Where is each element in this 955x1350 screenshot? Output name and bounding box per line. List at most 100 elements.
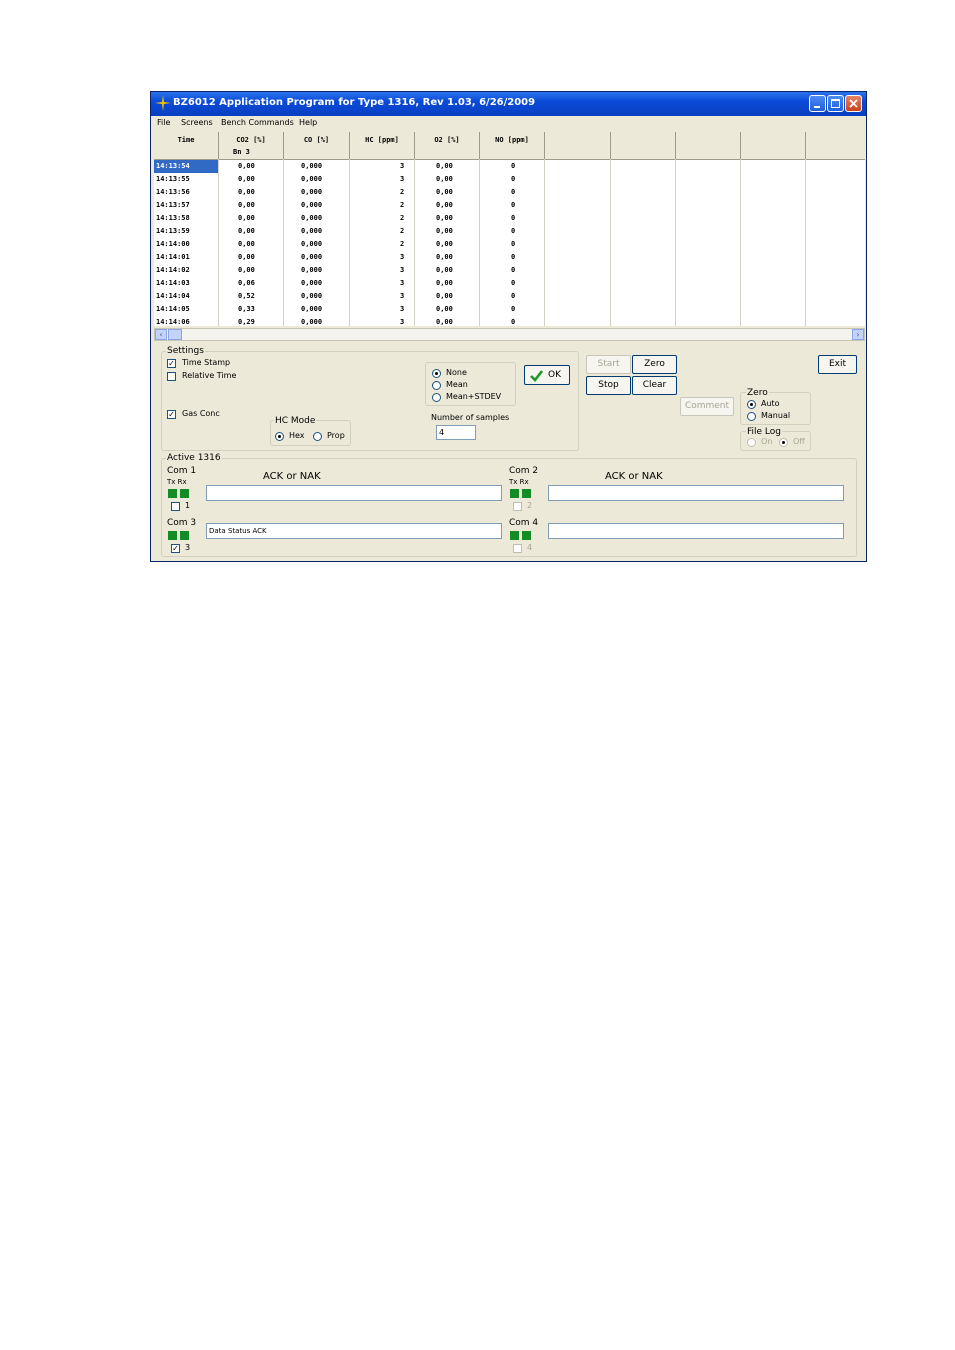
table-cell: 0,000 [301, 188, 323, 196]
horizontal-scrollbar[interactable]: ‹ › [154, 328, 865, 341]
title-bar[interactable]: BZ6012 Application Program for Type 1316… [151, 92, 866, 116]
table-cell: 0,00 [436, 201, 453, 209]
com1-status-field[interactable] [206, 485, 502, 501]
file-log-on-radio[interactable] [747, 438, 756, 447]
table-cell: 0,000 [301, 292, 323, 300]
avg-mean-stdev-radio[interactable] [432, 393, 441, 402]
col-header-no[interactable]: NO [ppm] [480, 132, 545, 159]
stop-button[interactable]: Stop [586, 376, 631, 395]
data-grid[interactable]: Time CO2 [%] Bn 3 CO [%] HC [ppm] O2 [%]… [154, 132, 865, 326]
col-header-empty[interactable] [741, 132, 806, 159]
menu-file[interactable]: File [157, 118, 170, 127]
col-header-time[interactable]: Time [154, 132, 219, 159]
com2-status-field[interactable] [548, 485, 844, 501]
exit-button[interactable]: Exit [818, 355, 857, 374]
hc-hex-radio[interactable] [275, 432, 284, 441]
table-row[interactable]: 14:13:54 0,00 0,000 3 0,00 0 [154, 160, 865, 173]
table-cell: 0 [511, 253, 516, 261]
zero-auto-radio[interactable] [747, 400, 756, 409]
avg-none-radio[interactable] [432, 369, 441, 378]
com4-status-field[interactable] [548, 523, 844, 539]
scroll-left-icon[interactable]: ‹ [155, 329, 167, 340]
minimize-button[interactable] [809, 95, 826, 112]
table-cell: 14:14:01 [156, 253, 190, 261]
relative-time-checkbox[interactable] [167, 372, 176, 381]
table-cell: 0 [511, 240, 516, 248]
scroll-right-icon[interactable]: › [852, 329, 864, 340]
close-button[interactable] [845, 95, 862, 112]
col-header-co[interactable]: CO [%] [284, 132, 350, 159]
col-header-hc[interactable]: HC [ppm] [350, 132, 415, 159]
zero-button[interactable]: Zero [632, 355, 677, 374]
samples-input[interactable]: 4 [436, 425, 476, 440]
com1-label: Com 1 [167, 466, 197, 476]
menu-help[interactable]: Help [299, 118, 317, 127]
table-cell: 0 [511, 175, 516, 183]
maximize-icon [831, 99, 840, 108]
com4-rx-led [522, 531, 531, 540]
table-cell: 14:14:00 [156, 240, 190, 248]
col-header-o2[interactable]: O2 [%] [415, 132, 480, 159]
com1-num: 1 [185, 501, 191, 510]
col-header-co2[interactable]: CO2 [%] Bn 3 [219, 132, 284, 159]
com3-status-field[interactable]: Data Status ACK [206, 523, 502, 539]
table-cell: 0,00 [436, 175, 453, 183]
samples-label: Number of samples [431, 413, 510, 422]
table-cell: 3 [400, 318, 405, 326]
avg-mean-radio[interactable] [432, 381, 441, 390]
table-cell: 0,00 [436, 292, 453, 300]
com4-checkbox[interactable] [513, 544, 522, 553]
ok-button[interactable]: OK [524, 365, 570, 385]
file-log-on-label: On [761, 437, 773, 446]
col-header-empty[interactable] [611, 132, 676, 159]
col-header-empty[interactable] [545, 132, 611, 159]
table-cell: 0,00 [436, 214, 453, 222]
table-row[interactable]: 14:14:01 0,00 0,000 3 0,00 0 [154, 251, 865, 264]
table-row[interactable]: 14:14:04 0,52 0,000 3 0,00 0 [154, 290, 865, 303]
start-button[interactable]: Start [586, 355, 631, 374]
table-row[interactable]: 14:13:57 0,00 0,000 2 0,00 0 [154, 199, 865, 212]
table-row[interactable]: 14:13:56 0,00 0,000 2 0,00 0 [154, 186, 865, 199]
table-cell: 0,00 [436, 162, 453, 170]
com2-tx-led [510, 489, 519, 498]
zero-manual-radio[interactable] [747, 412, 756, 421]
table-row[interactable]: 14:13:59 0,00 0,000 2 0,00 0 [154, 225, 865, 238]
table-cell: 0,00 [238, 214, 255, 222]
maximize-button[interactable] [827, 95, 844, 112]
com1-checkbox[interactable] [171, 502, 180, 511]
file-log-off-radio[interactable] [779, 438, 788, 447]
table-row[interactable]: 14:14:06 0,29 0,000 3 0,00 0 [154, 316, 865, 326]
table-cell: 14:13:56 [156, 188, 190, 196]
hc-prop-radio[interactable] [313, 432, 322, 441]
table-row[interactable]: 14:14:00 0,00 0,000 2 0,00 0 [154, 238, 865, 251]
table-cell: 3 [400, 292, 405, 300]
table-row[interactable]: 14:14:02 0,00 0,000 3 0,00 0 [154, 264, 865, 277]
com2-rx-led [522, 489, 531, 498]
table-cell: 0 [511, 227, 516, 235]
clear-button[interactable]: Clear [632, 376, 677, 395]
gas-conc-checkbox[interactable]: ✓ [167, 410, 176, 419]
col-header-empty[interactable] [806, 132, 865, 159]
com3-rx-led [180, 531, 189, 540]
table-row[interactable]: 14:14:03 0,06 0,000 3 0,00 0 [154, 277, 865, 290]
table-cell: 0,00 [436, 227, 453, 235]
comment-button[interactable]: Comment [680, 397, 734, 416]
table-row[interactable]: 14:13:55 0,00 0,000 3 0,00 0 [154, 173, 865, 186]
com3-checkbox[interactable]: ✓ [171, 544, 180, 553]
scroll-thumb[interactable] [168, 329, 182, 340]
table-cell: 14:13:58 [156, 214, 190, 222]
table-cell: 0,00 [436, 240, 453, 248]
com2-checkbox[interactable] [513, 502, 522, 511]
time-stamp-checkbox[interactable]: ✓ [167, 359, 176, 368]
col-header-empty[interactable] [676, 132, 741, 159]
menu-screens[interactable]: Screens [181, 118, 213, 127]
com2-txrx-label: Tx Rx [509, 478, 529, 486]
table-row[interactable]: 14:14:05 0,33 0,000 3 0,00 0 [154, 303, 865, 316]
app-star-icon [155, 95, 171, 111]
table-cell: 0,00 [238, 188, 255, 196]
com3-label: Com 3 [167, 518, 197, 528]
table-row[interactable]: 14:13:58 0,00 0,000 2 0,00 0 [154, 212, 865, 225]
menu-bench-commands[interactable]: Bench Commands [221, 118, 294, 127]
zero-auto-label: Auto [761, 399, 780, 408]
relative-time-label: Relative Time [182, 371, 237, 380]
